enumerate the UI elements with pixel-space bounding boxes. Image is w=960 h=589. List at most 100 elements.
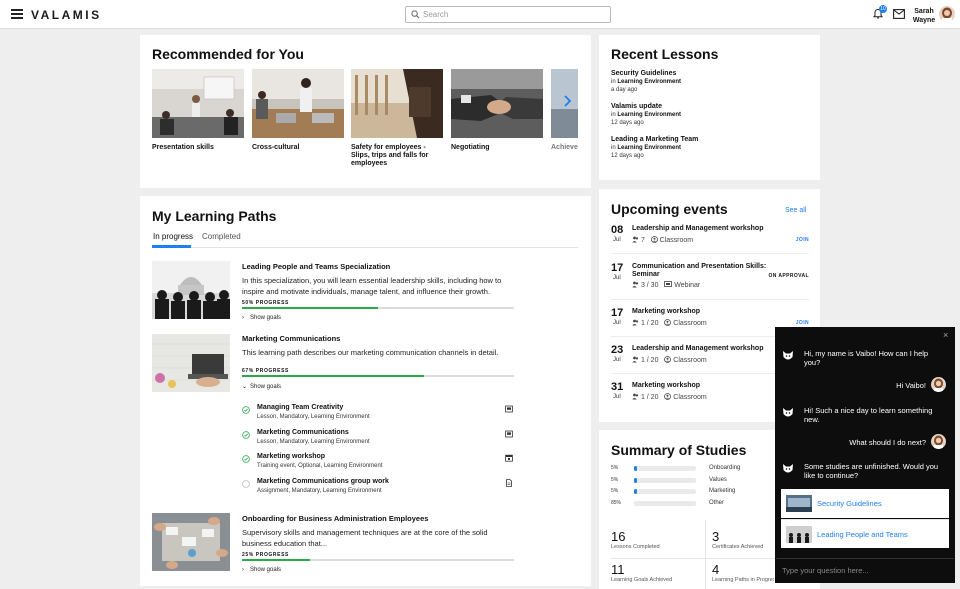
show-goals-toggle[interactable]: › Show goals xyxy=(242,315,281,321)
recent-lesson-item[interactable]: Security Guidelines in Learning Environm… xyxy=(611,69,681,94)
lesson-time: 12 days ago xyxy=(611,120,644,126)
path-title[interactable]: Leading People and Teams Specialization xyxy=(242,262,390,271)
empty-circle-icon xyxy=(242,480,250,488)
check-circle-icon xyxy=(242,406,250,414)
recommended-image xyxy=(152,69,244,138)
classroom-icon xyxy=(664,393,672,400)
goal-meta: Training event, Optional, Learning Envir… xyxy=(257,463,383,469)
summary-percent: 5% xyxy=(611,477,619,483)
event-month: Jul xyxy=(613,357,621,363)
chat-suggestion-leading[interactable]: Leading People and Teams xyxy=(781,519,949,548)
summary-percent: 5% xyxy=(611,465,619,471)
show-goals-toggle[interactable]: ⌄ Show goals xyxy=(242,383,281,390)
close-icon[interactable]: × xyxy=(943,330,948,340)
event-day: 08 xyxy=(611,224,624,236)
recent-lesson-item[interactable]: Valamis update in Learning Environment 1… xyxy=(611,102,681,127)
chevron-right-icon: › xyxy=(242,315,244,321)
summary-bar xyxy=(634,489,696,494)
path-progress-bar xyxy=(242,559,514,561)
search-box[interactable] xyxy=(405,6,611,23)
suggestion-label: Security Guidelines xyxy=(817,499,882,508)
recent-lesson-item[interactable]: Leading a Marketing Team in Learning Env… xyxy=(611,135,698,160)
lesson-time: a day ago xyxy=(611,87,638,93)
recommended-item-safety[interactable]: Safety for employees - Slips, trips and … xyxy=(351,69,443,168)
path-progress-label: 25% PROGRESS xyxy=(242,552,289,558)
event-approval-status: ON APPROVAL xyxy=(768,273,809,279)
path-description: This learning path describes our marketi… xyxy=(242,348,499,357)
chat-suggestion-security[interactable]: Security Guidelines xyxy=(781,489,949,518)
chevron-right-icon[interactable] xyxy=(560,92,574,110)
recommended-item-achieve[interactable]: Achieve commu xyxy=(551,69,578,152)
stat-goals: 11 Learning Goals Achieved xyxy=(611,562,672,583)
lesson-environment: in Learning Environment xyxy=(611,79,682,85)
user-name[interactable]: Sarah Wayne xyxy=(909,7,939,25)
recommended-item-presentation[interactable]: Presentation skills xyxy=(152,69,244,152)
suggestion-thumbnail xyxy=(786,526,812,543)
summary-percent: 5% xyxy=(611,488,619,494)
summary-bar xyxy=(634,501,696,506)
stats-divider-vertical xyxy=(705,520,706,589)
lesson-title: Leading a Marketing Team xyxy=(611,136,699,143)
people-icon xyxy=(632,393,639,400)
top-bar: VALAMIS 10 Sarah Wayne xyxy=(0,0,960,29)
goal-item[interactable]: Managing Team Creativity Lesson, Mandato… xyxy=(242,404,514,426)
event-meta: 7 Classroom xyxy=(632,236,693,244)
see-all-link[interactable]: See all xyxy=(785,207,806,214)
tab-in-progress[interactable]: In progress xyxy=(153,232,193,241)
search-input[interactable] xyxy=(423,8,603,21)
stat-certificates: 3 Certificates Achieved xyxy=(712,529,763,550)
stat-value: 4 xyxy=(712,562,720,577)
show-goals-label: Show goals xyxy=(250,567,282,573)
path-image xyxy=(152,513,230,571)
bot-message: Some studies are unfinished. Would you l… xyxy=(804,462,939,480)
chat-input[interactable] xyxy=(776,558,954,582)
user-avatar xyxy=(931,434,946,449)
event-month: Jul xyxy=(613,275,621,281)
event-divider xyxy=(611,299,809,300)
webinar-icon xyxy=(664,281,673,287)
recommended-item-negotiating[interactable]: Negotiating xyxy=(451,69,543,152)
summary-percent: 85% xyxy=(611,500,622,506)
path-title[interactable]: Onboarding for Business Administration E… xyxy=(242,514,428,523)
goal-item[interactable]: Marketing Communications Lesson, Mandato… xyxy=(242,429,514,451)
people-icon xyxy=(632,319,639,326)
event-meta: 1 / 20 Classroom xyxy=(632,356,707,364)
events-title: Upcoming events xyxy=(611,201,728,217)
event-join-button[interactable]: JOIN xyxy=(796,237,809,243)
recommended-item-cross-cultural[interactable]: Cross-cultural xyxy=(252,69,344,152)
chevron-right-icon: › xyxy=(242,567,244,573)
goal-item[interactable]: Marketing workshop Training event, Optio… xyxy=(242,453,514,475)
check-circle-icon xyxy=(242,431,250,439)
show-goals-label: Show goals xyxy=(250,315,282,321)
bot-message: Hi! Such a nice day to learn something n… xyxy=(804,406,933,424)
user-message: What should I do next? xyxy=(849,438,926,447)
path-image xyxy=(152,261,230,319)
event-join-button[interactable]: JOIN xyxy=(796,320,809,326)
bot-avatar-icon xyxy=(783,408,793,417)
show-goals-toggle[interactable]: › Show goals xyxy=(242,567,281,573)
people-icon xyxy=(632,281,639,288)
lesson-icon xyxy=(505,405,513,413)
document-icon xyxy=(506,479,512,487)
event-meta: 1 / 20 Classroom xyxy=(632,393,707,401)
goal-item[interactable]: Marketing Communications group work Assi… xyxy=(242,478,514,500)
event-title: Leadership and Management workshop xyxy=(632,225,764,232)
recommended-label: Safety for employees - Slips, trips and … xyxy=(351,144,429,167)
stat-paths: 4 Learning Paths in Progress xyxy=(712,562,774,583)
tab-completed[interactable]: Completed xyxy=(202,232,241,241)
path-progress-bar xyxy=(242,375,514,377)
lesson-time: 12 days ago xyxy=(611,153,644,159)
goal-title: Marketing workshop xyxy=(257,453,326,460)
mail-icon[interactable] xyxy=(893,9,905,19)
event-day: 31 xyxy=(611,381,624,393)
stat-label: Lessons Completed xyxy=(611,544,660,550)
event-title: Leadership and Management workshop xyxy=(632,345,764,352)
event-day: 17 xyxy=(611,307,624,319)
chevron-down-icon: ⌄ xyxy=(242,384,248,390)
path-title[interactable]: Marketing Communications xyxy=(242,334,340,343)
calendar-icon xyxy=(505,454,513,462)
classroom-icon xyxy=(650,236,658,243)
notification-badge: 10 xyxy=(879,5,887,13)
avatar[interactable] xyxy=(939,6,955,22)
menu-icon[interactable] xyxy=(11,9,23,19)
